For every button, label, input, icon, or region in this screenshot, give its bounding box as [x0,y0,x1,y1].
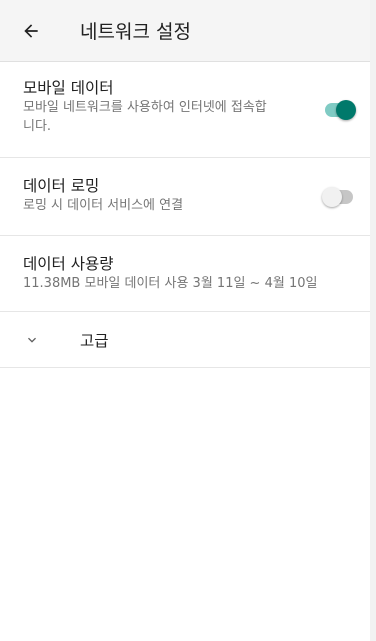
page-title: 네트워크 설정 [80,21,191,43]
network-settings-screen: 네트워크 설정 모바일 데이터 모바일 네트워크를 사용하여 인터넷에 접속합 … [0,0,370,641]
pref-data-roaming[interactable]: 데이터 로밍 로밍 시 데이터 서비스에 연결 [0,158,370,236]
pref-data-usage[interactable]: 데이터 사용량 11.38MB 모바일 데이터 사용 3월 11일 ~ 4월 1… [0,236,370,312]
mobile-data-switch[interactable] [322,99,356,120]
advanced-expander[interactable]: 고급 [0,312,370,368]
app-bar: 네트워크 설정 [0,0,370,62]
pref-data-usage-summary: 11.38MB 모바일 데이터 사용 3월 11일 ~ 4월 10일 [23,276,318,291]
pref-data-usage-title: 데이터 사용량 [23,255,114,273]
mobile-data-switch-thumb [336,99,356,120]
pref-data-roaming-summary: 로밍 시 데이터 서비스에 연결 [23,198,184,213]
arrow-back-icon [24,23,38,38]
back-button[interactable] [0,0,62,62]
data-roaming-switch-thumb [322,186,342,207]
pref-mobile-data-title: 모바일 데이터 [23,79,114,97]
chevron-down-icon [21,332,43,348]
pref-data-roaming-title: 데이터 로밍 [23,177,100,195]
data-roaming-switch[interactable] [322,186,356,207]
pref-mobile-data[interactable]: 모바일 데이터 모바일 네트워크를 사용하여 인터넷에 접속합 니다. [0,62,370,158]
advanced-label: 고급 [80,331,109,350]
pref-mobile-data-summary-line2: 니다. [23,119,52,134]
pref-mobile-data-summary-line1: 모바일 네트워크를 사용하여 인터넷에 접속합 [23,100,267,115]
